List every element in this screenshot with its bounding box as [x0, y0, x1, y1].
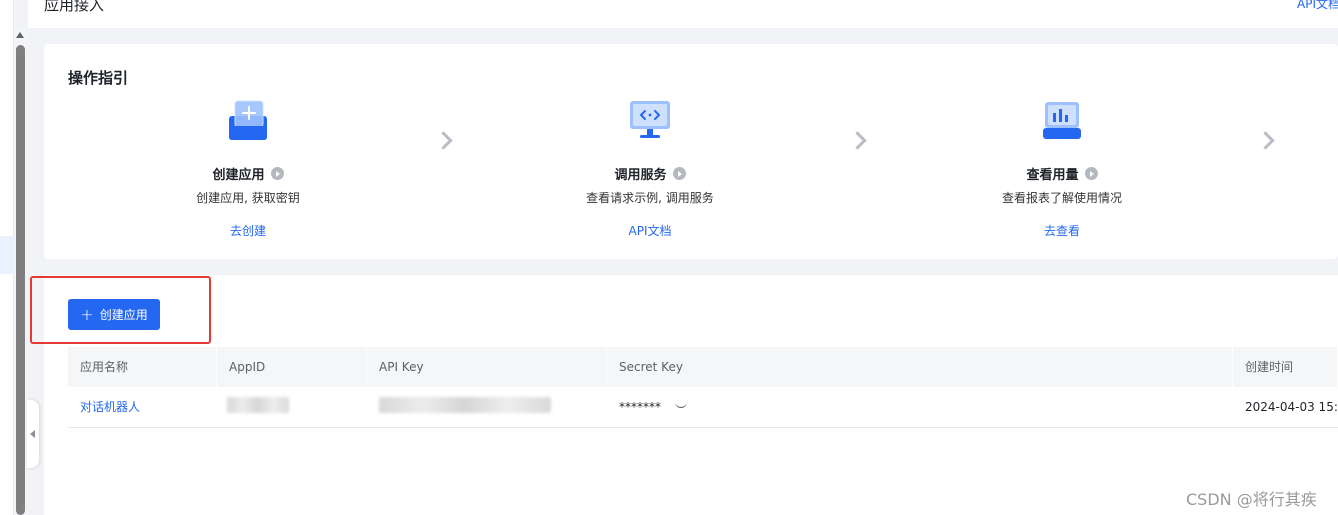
guide-step-create: 创建应用 创建应用, 获取密钥 去创建: [143, 98, 353, 239]
scroll-up-arrow-icon[interactable]: [16, 32, 24, 38]
table-header: 应用名称 AppID API Key Secret Key 创建时间: [68, 347, 1338, 387]
chevron-left-icon: [30, 430, 35, 438]
create-app-button[interactable]: + 创建应用: [68, 299, 160, 330]
guide-title: 操作指引: [68, 69, 129, 87]
chevron-right-icon: [851, 131, 865, 153]
page-title: 应用接入: [44, 0, 105, 14]
column-header-api-key: API Key: [367, 347, 607, 387]
step-call-link[interactable]: API文档: [629, 222, 672, 239]
step-call-title: 调用服务: [614, 168, 667, 183]
step-create-link[interactable]: 去创建: [230, 222, 266, 239]
usage-report-icon: [1040, 98, 1084, 142]
play-video-icon[interactable]: [270, 167, 284, 180]
create-app-button-label: 创建应用: [99, 308, 148, 322]
chevron-right-icon: [437, 131, 451, 153]
app-name-link[interactable]: 对话机器人: [80, 400, 140, 414]
api-key-cell-masked: [367, 387, 607, 427]
column-header-app-name: 应用名称: [68, 347, 217, 387]
step-create-desc: 创建应用, 获取密钥: [196, 191, 300, 205]
api-service-icon: [628, 98, 672, 142]
sidebar-collapse-toggle[interactable]: [27, 400, 39, 468]
step-usage-link[interactable]: 去查看: [1044, 222, 1080, 239]
api-doc-link-top[interactable]: API文档: [1297, 0, 1338, 12]
created-time-cell: 2024-04-03 15:29: [1245, 400, 1338, 414]
page-header: [28, 0, 1338, 28]
play-video-icon[interactable]: [1084, 167, 1098, 180]
left-nav-rail: [0, 0, 14, 515]
plus-icon: +: [80, 304, 94, 324]
appid-cell-masked: [217, 387, 367, 427]
guide-step-call-service: 调用服务 查看请求示例, 调用服务 API文档: [545, 98, 755, 239]
eye-closed-icon[interactable]: [674, 402, 687, 408]
guide-step-usage: 查看用量 查看报表了解使用情况 去查看: [957, 98, 1167, 239]
chevron-right-icon: [1259, 131, 1273, 153]
step-usage-desc: 查看报表了解使用情况: [1001, 191, 1122, 205]
left-nav-active-item[interactable]: [0, 236, 14, 274]
watermark: CSDN @将行其疾: [1186, 490, 1317, 509]
create-app-icon: [226, 98, 270, 142]
column-header-created-time: 创建时间: [1233, 347, 1338, 387]
play-video-icon[interactable]: [672, 167, 686, 180]
step-usage-title: 查看用量: [1026, 168, 1079, 183]
table-row: 对话机器人 ******* 2024-04-03 15:29: [68, 387, 1338, 428]
column-header-appid: AppID: [217, 347, 367, 387]
step-create-title: 创建应用: [212, 168, 265, 183]
step-call-desc: 查看请求示例, 调用服务: [586, 191, 714, 205]
column-header-secret-key: Secret Key: [607, 347, 1233, 387]
scrollbar-thumb[interactable]: [16, 45, 25, 515]
secret-key-value: *******: [619, 400, 661, 414]
